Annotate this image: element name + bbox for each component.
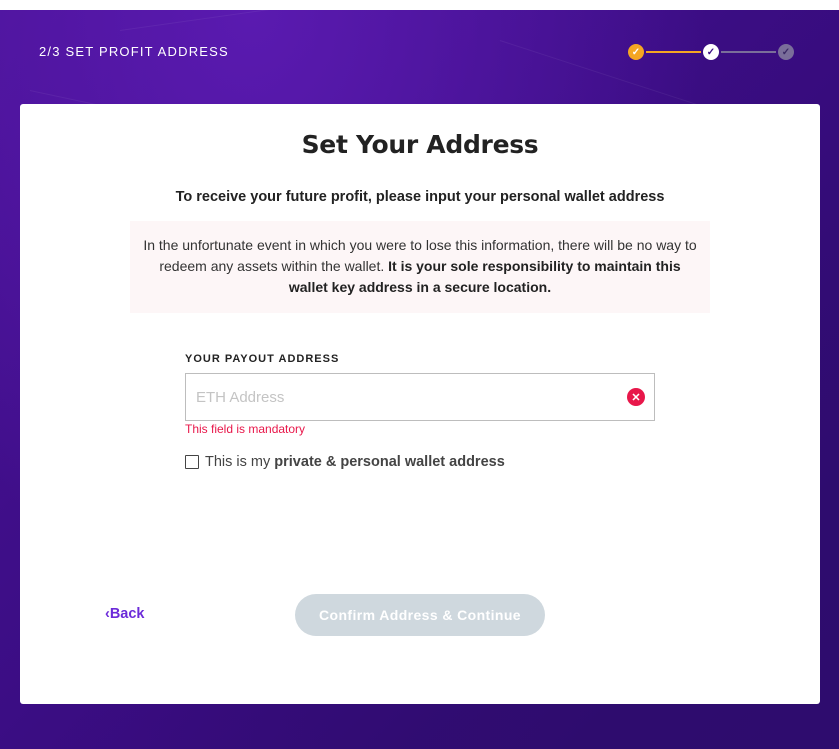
back-link[interactable]: ‹Back [105, 606, 145, 622]
check-icon: ✓ [706, 46, 716, 58]
step-1-completed: ✓ [628, 44, 644, 60]
clear-icon[interactable]: ✕ [627, 388, 645, 406]
error-message: This field is mandatory [185, 422, 306, 436]
step-connector-1 [646, 51, 701, 53]
eth-address-input[interactable] [186, 374, 616, 420]
address-card: Set Your Address To receive your future … [20, 104, 820, 704]
check-icon: ✓ [781, 46, 791, 58]
step-title: 2/3 SET PROFIT ADDRESS [39, 44, 229, 59]
page-subtitle: To receive your future profit, please in… [175, 189, 665, 205]
clear-icon-glyph: ✕ [631, 391, 641, 404]
checkbox-label-bold: private & personal wallet address [274, 454, 505, 470]
payout-address-field: ✕ [185, 373, 655, 421]
private-wallet-confirm: This is my private & personal wallet add… [185, 454, 505, 470]
payout-address-label: YOUR PAYOUT ADDRESS [185, 353, 340, 365]
checkbox-label-prefix: This is my [205, 454, 275, 470]
private-wallet-checkbox[interactable] [185, 455, 199, 469]
step-2-current: ✓ [703, 44, 719, 60]
step-3-upcoming: ✓ [778, 44, 794, 60]
check-icon: ✓ [631, 46, 641, 58]
background-decoration [120, 10, 537, 31]
warning-notice: In the unfortunate event in which you we… [130, 221, 710, 313]
confirm-continue-button[interactable]: Confirm Address & Continue [295, 594, 545, 636]
checkbox-label[interactable]: This is my private & personal wallet add… [205, 454, 505, 470]
progress-stepper: ✓ ✓ ✓ [628, 43, 796, 61]
step-connector-2 [721, 51, 776, 53]
page-title: Set Your Address [301, 130, 539, 159]
